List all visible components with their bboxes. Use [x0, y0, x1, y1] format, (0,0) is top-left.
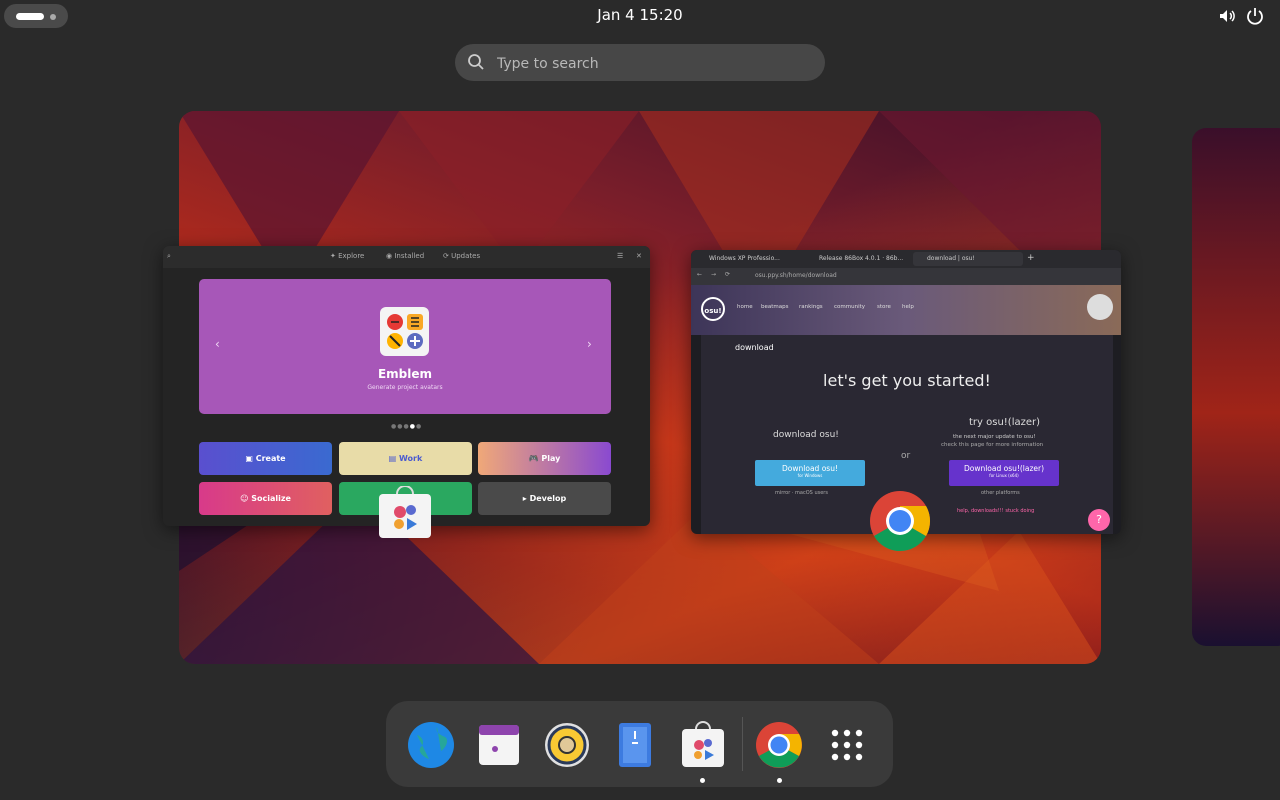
tab-explore[interactable]: ✦ Explore — [330, 252, 364, 260]
featured-app-subtitle: Generate project avatars — [367, 384, 443, 391]
clock[interactable]: Jan 4 15:20 — [560, 6, 720, 24]
running-indicator — [777, 778, 782, 783]
tab-installed[interactable]: ◉ Installed — [386, 252, 424, 260]
search-input[interactable] — [495, 44, 809, 83]
browser-tab-active[interactable]: download | osu! — [913, 252, 1023, 266]
featured-app-title: Emblem — [377, 367, 433, 381]
osu-logo[interactable]: osu! — [701, 297, 725, 321]
other-platforms-link[interactable]: other platforms — [981, 490, 1020, 496]
power-icon[interactable] — [1245, 6, 1265, 26]
back-icon[interactable]: ← — [697, 271, 702, 278]
download-osu-button[interactable]: Download osu! for Windows — [755, 460, 865, 486]
emblem-app-icon — [380, 307, 429, 356]
nav-link[interactable]: help — [902, 304, 914, 310]
forward-icon[interactable]: → — [711, 271, 716, 278]
browser-tab[interactable]: Windows XP Professio... — [695, 252, 805, 266]
software-icon[interactable] — [679, 721, 727, 769]
osu-navbar: osu! home beatmaps rankings community st… — [691, 285, 1121, 335]
web-browser-icon[interactable] — [407, 721, 455, 769]
new-tab-icon[interactable]: + — [1027, 253, 1035, 263]
dock-separator — [742, 717, 743, 771]
search-icon[interactable]: ⌕ — [167, 252, 171, 261]
nav-link[interactable]: store — [877, 304, 891, 310]
show-apps-icon[interactable] — [823, 721, 871, 769]
category-create[interactable]: ▣ Create — [199, 442, 332, 475]
or-divider: or — [901, 451, 911, 461]
nav-link[interactable]: community — [834, 304, 865, 310]
lazer-title: try osu!(lazer) — [969, 417, 1041, 428]
category-work[interactable]: ▤ Work — [339, 442, 472, 475]
help-link[interactable]: help, downloads!!! stuck doing — [957, 508, 1034, 514]
tab-updates[interactable]: ⟳ Updates — [443, 252, 480, 260]
close-icon[interactable]: ✕ — [636, 252, 642, 260]
carousel-dots: ●●●●● — [391, 423, 423, 430]
category-play[interactable]: 🎮 Play — [478, 442, 611, 475]
dash — [386, 701, 893, 787]
workspace-2[interactable] — [1192, 128, 1280, 646]
workspace-indicator — [50, 14, 56, 20]
chevron-right-icon[interactable]: › — [587, 337, 592, 351]
download-lazer-button[interactable]: Download osu!(lazer) for Linux (x64) — [949, 460, 1059, 486]
software-window[interactable]: ⌕ ✦ Explore ◉ Installed ⟳ Updates ☰ ✕ ‹ … — [163, 246, 650, 526]
featured-banner[interactable]: ‹ › Emblem Generate project avatars — [199, 279, 611, 414]
avatar[interactable] — [1087, 294, 1113, 320]
text-editor-icon[interactable] — [611, 721, 659, 769]
download-label: download osu! — [773, 430, 839, 440]
section-title: download — [735, 343, 774, 352]
browser-tab[interactable]: Release 86Box 4.0.1 · 86b... — [805, 252, 911, 266]
search-bar[interactable] — [455, 44, 825, 83]
running-indicator — [700, 778, 705, 783]
top-bar: Jan 4 15:20 — [0, 0, 1280, 32]
search-icon — [468, 54, 484, 70]
volume-icon[interactable] — [1217, 6, 1237, 26]
address-bar[interactable]: ← → ⟳ osu.ppy.sh/home/download — [691, 268, 1121, 285]
google-chrome-icon[interactable] — [755, 721, 803, 769]
rhythmbox-icon[interactable] — [543, 721, 591, 769]
workspace-indicator-active — [16, 13, 44, 20]
activities-button[interactable] — [4, 4, 68, 28]
category-socialize[interactable]: ☺ Socialize — [199, 482, 332, 515]
nav-link[interactable]: rankings — [799, 304, 823, 310]
mirror-links[interactable]: mirror · macOS users — [775, 490, 828, 496]
page-heading: let's get you started! — [823, 371, 991, 390]
chevron-left-icon[interactable]: ‹ — [215, 337, 220, 351]
lazer-desc: the next major update to osu! — [953, 434, 1036, 440]
nav-link[interactable]: home — [737, 304, 753, 310]
help-icon[interactable]: ? — [1088, 509, 1110, 531]
calendar-icon[interactable] — [475, 721, 523, 769]
url-text[interactable]: osu.ppy.sh/home/download — [755, 272, 837, 279]
chrome-window-badge-icon — [868, 489, 932, 553]
tab-strip: Windows XP Professio... Release 86Box 4.… — [691, 250, 1121, 268]
lazer-desc-link[interactable]: check this page for more information — [941, 442, 1043, 448]
reload-icon[interactable]: ⟳ — [725, 271, 730, 278]
menu-icon[interactable]: ☰ — [617, 252, 623, 260]
category-develop[interactable]: ▸ Develop — [478, 482, 611, 515]
software-window-badge-icon — [377, 485, 433, 540]
nav-link[interactable]: beatmaps — [761, 304, 789, 310]
software-headerbar: ⌕ ✦ Explore ◉ Installed ⟳ Updates ☰ ✕ — [163, 246, 650, 268]
